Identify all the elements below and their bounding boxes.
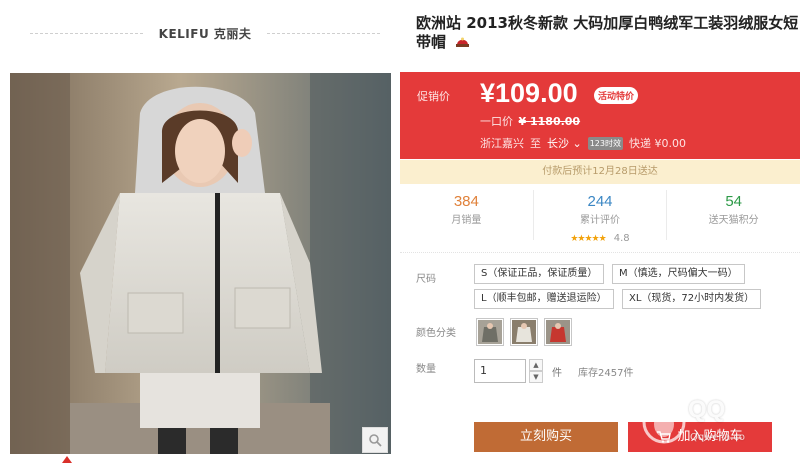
delivery-time-badge: 123时效 xyxy=(587,136,623,150)
original-price-row: 一口价 ¥ 1180.00 xyxy=(480,113,580,129)
quantity-label: 数量 xyxy=(416,364,436,375)
star-rating-icon: ★★★★★ xyxy=(570,234,606,244)
watermark-url: Qqweila.co xyxy=(690,432,746,443)
watermark-text: QQ xyxy=(688,396,726,423)
stat-label: 月销量 xyxy=(451,215,482,226)
ship-from: 浙江嘉兴 xyxy=(480,137,524,150)
white-coat-icon xyxy=(512,320,536,344)
rating-score: 4.8 xyxy=(613,233,630,244)
stock-count: 库存2457件 xyxy=(578,368,634,379)
color-option-red[interactable] xyxy=(544,318,572,346)
product-photo-illustration xyxy=(10,73,391,454)
ship-city-select[interactable]: 长沙 ⌄ xyxy=(547,135,582,151)
quantity-unit: 件 xyxy=(552,368,562,379)
stat-value: 244 xyxy=(587,193,613,210)
sales-stats: 384 月销量 244 累计评价 ★★★★★ 4.8 54 送天猫积分 xyxy=(400,190,800,244)
stat-label: 累计评价 xyxy=(580,215,620,226)
ship-to-word: 至 xyxy=(530,137,541,150)
chevron-down-icon: ⌄ xyxy=(572,137,582,150)
color-option-white[interactable] xyxy=(510,318,538,346)
product-title: 欧洲站 2013秋冬新款 大码加厚白鸭绒军工装羽绒服女短 带帽 xyxy=(416,14,800,54)
product-page: KELIFU 克丽夫 欧洲站 2013秋冬新款 大码加厚白鸭绒军工装羽绒服女短 … xyxy=(0,0,800,463)
thumbnail-pointer-icon xyxy=(62,456,72,463)
size-option-xl[interactable]: XL（现货，72小时内发货） xyxy=(622,289,762,309)
product-title-line2: 带帽 xyxy=(416,33,447,51)
brand-name[interactable]: KELIFU 克丽夫 xyxy=(143,25,268,42)
color-label: 颜色分类 xyxy=(416,328,456,339)
quantity-input[interactable]: 1 xyxy=(474,359,526,383)
stat-tmall-points: 54 送天猫积分 xyxy=(667,190,800,240)
size-option-m[interactable]: M（慎选，尺码偏大一码） xyxy=(612,264,745,284)
rating-row: ★★★★★ 4.8 xyxy=(534,226,667,245)
express-fee: 快递 ¥0.00 xyxy=(629,137,686,150)
price-panel: 促销价 ¥109.00 活动特价 一口价 ¥ 1180.00 浙江嘉兴 至 长沙… xyxy=(400,72,800,159)
stat-monthly-sales: 384 月销量 xyxy=(400,190,534,240)
size-label: 尺码 xyxy=(416,274,436,285)
stat-reviews[interactable]: 244 累计评价 ★★★★★ 4.8 xyxy=(534,190,668,244)
site-watermark: QQ Qqweila.co xyxy=(640,388,800,463)
quantity-increase-button[interactable]: ▲ xyxy=(529,359,543,371)
brand-divider-left xyxy=(30,32,143,34)
shipping-row: 浙江嘉兴 至 长沙 ⌄ 123时效 快递 ¥0.00 xyxy=(480,135,686,151)
color-option-grey[interactable] xyxy=(476,318,504,346)
stat-value: 54 xyxy=(725,193,743,210)
delivery-notice: 付款后预计12月28日送达 xyxy=(400,160,800,184)
promo-price-label: 促销价 xyxy=(417,90,450,103)
product-main-image[interactable] xyxy=(10,73,391,454)
product-title-line2-wrap: 带帽 xyxy=(416,33,800,54)
magnifier-icon xyxy=(369,434,382,447)
brand-header: KELIFU 克丽夫 xyxy=(30,22,381,44)
quantity-decrease-button[interactable]: ▼ xyxy=(529,371,543,383)
product-title-line1: 欧洲站 2013秋冬新款 大码加厚白鸭绒军工装羽绒服女短 xyxy=(416,14,799,32)
promo-badge: 活动特价 xyxy=(594,87,639,104)
size-option-l[interactable]: L（顺丰包邮，赠送退运险） xyxy=(474,289,614,309)
current-price: ¥109.00 xyxy=(480,78,578,108)
red-coat-icon xyxy=(546,320,570,344)
penguin-logo-icon xyxy=(642,400,686,444)
buy-now-button[interactable]: 立刻购买 xyxy=(474,422,618,452)
hat-icon xyxy=(455,35,470,54)
chevron-down-icon: ▼ xyxy=(533,373,539,381)
original-price-label: 一口价 xyxy=(480,115,513,128)
chevron-up-icon: ▲ xyxy=(533,361,539,369)
size-option-s[interactable]: S（保证正品，保证质量） xyxy=(474,264,605,284)
ship-city: 长沙 xyxy=(547,137,569,150)
brand-divider-right xyxy=(267,32,381,34)
stat-label: 送天猫积分 xyxy=(708,215,759,226)
zoom-button[interactable] xyxy=(362,427,388,453)
stat-value: 384 xyxy=(453,193,479,210)
grey-coat-icon xyxy=(478,320,502,344)
original-price: ¥ 1180.00 xyxy=(518,115,581,128)
section-divider xyxy=(400,252,800,253)
